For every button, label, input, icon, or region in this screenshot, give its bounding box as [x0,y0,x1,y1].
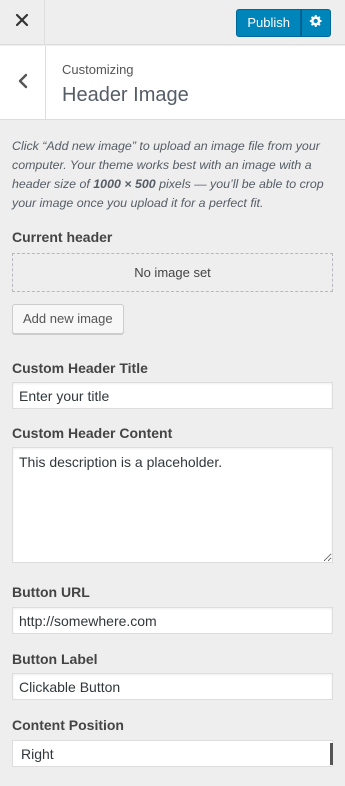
page-title: Header Image [62,84,189,106]
custom-header-content-label: Custom Header Content [12,425,173,441]
publish-button[interactable]: Publish [236,9,301,37]
button-url-label: Button URL [12,584,90,600]
no-image-text: No image set [134,265,211,280]
select-scroll-indicator [330,743,333,765]
custom-header-title-label: Custom Header Title [12,360,148,376]
content-position-select[interactable]: Right [12,740,333,767]
customizing-label: Customizing [62,62,134,77]
custom-header-content-textarea[interactable]: This description is a placeholder. [12,447,333,563]
no-image-placeholder: No image set [12,253,333,292]
publish-settings-button[interactable] [301,9,331,37]
current-header-label: Current header [12,229,113,245]
section-content: Click “Add new image” to upload an image… [0,121,345,767]
back-button[interactable] [0,46,46,120]
chevron-left-icon [17,73,29,94]
section-header: Customizing Header Image [0,46,345,120]
gear-icon [309,14,323,33]
button-url-input[interactable] [12,607,333,634]
section-description: Click “Add new image” to upload an image… [12,137,337,213]
content-position-label: Content Position [12,717,124,733]
publish-group: Publish [236,9,331,37]
button-label-label: Button Label [12,651,98,667]
customizer-header: Publish [0,0,345,45]
content-position-value: Right [21,745,54,762]
button-label-input[interactable] [12,673,333,700]
description-size: 1000 × 500 [93,177,156,191]
custom-header-title-input[interactable] [12,382,333,409]
close-icon [15,13,29,32]
close-button[interactable] [0,0,45,45]
add-new-image-button[interactable]: Add new image [12,304,124,334]
